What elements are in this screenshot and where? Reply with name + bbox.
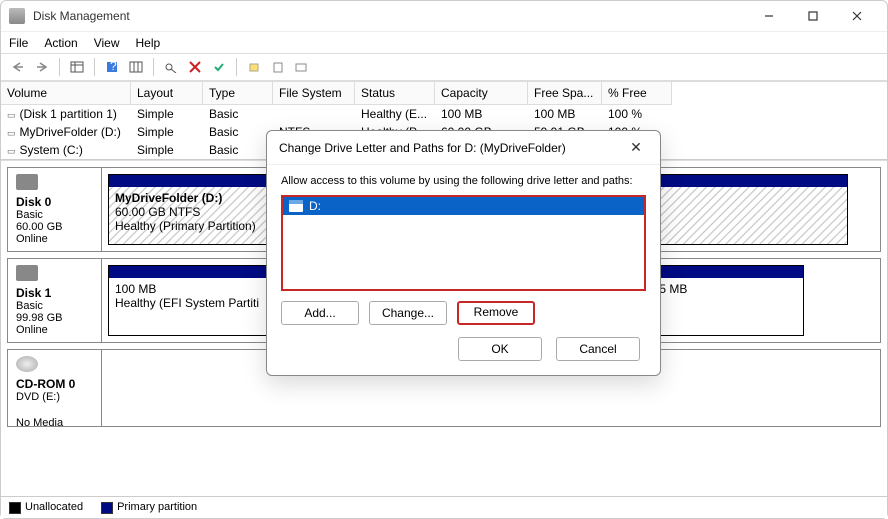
refresh-icon[interactable] — [125, 56, 147, 78]
window-title: Disk Management — [33, 9, 747, 23]
col-pctfree[interactable]: % Free — [602, 82, 672, 105]
col-capacity[interactable]: Capacity — [435, 82, 528, 105]
disk-type: Basic — [16, 300, 93, 312]
check-icon[interactable] — [208, 56, 230, 78]
col-status[interactable]: Status — [355, 82, 435, 105]
new-icon[interactable] — [243, 56, 265, 78]
col-free[interactable]: Free Spa... — [528, 82, 602, 105]
volume-layout: Simple — [131, 124, 203, 140]
partition-bar — [640, 266, 803, 278]
volume-status: Healthy (E... — [355, 106, 435, 122]
selected-drive-text: D: — [309, 199, 321, 213]
volume-capacity: 100 MB — [435, 106, 528, 122]
partition-size: 595 MB — [646, 282, 797, 296]
disc-icon — [16, 356, 38, 372]
partition[interactable]: 595 MB — [639, 265, 804, 336]
col-volume[interactable]: Volume — [1, 82, 131, 105]
legend-swatch-unallocated — [9, 502, 21, 514]
legend-primary: Primary partition — [117, 501, 197, 513]
disk-status: No Media — [16, 417, 93, 429]
action-icon[interactable] — [291, 56, 313, 78]
minimize-button[interactable] — [747, 2, 791, 30]
drive-letter-selected[interactable]: D: — [283, 197, 644, 215]
menu-file[interactable]: File — [9, 36, 28, 50]
toolbar: ? — [1, 53, 887, 81]
volume-row[interactable]: (Disk 1 partition 1)SimpleBasic Healthy (… — [1, 105, 887, 123]
menu-help[interactable]: Help — [136, 36, 161, 50]
change-button[interactable]: Change... — [369, 301, 447, 325]
volume-type: Basic — [203, 142, 273, 158]
menu-view[interactable]: View — [94, 36, 120, 50]
volume-free: 100 MB — [528, 106, 602, 122]
drive-icon — [289, 200, 303, 212]
svg-text:?: ? — [110, 60, 117, 73]
back-icon[interactable] — [7, 56, 29, 78]
paste-icon[interactable] — [267, 56, 289, 78]
disk-label: Disk 1Basic99.98 GBOnline — [8, 259, 102, 342]
forward-icon[interactable] — [31, 56, 53, 78]
volume-type: Basic — [203, 124, 273, 140]
col-filesystem[interactable]: File System — [273, 82, 355, 105]
hdd-icon — [16, 174, 38, 190]
disk-name: CD-ROM 0 — [16, 377, 93, 391]
menubar: File Action View Help — [1, 31, 887, 53]
col-type[interactable]: Type — [203, 82, 273, 105]
legend: Unallocated Primary partition — [1, 496, 887, 518]
disk-name: Disk 1 — [16, 286, 93, 300]
dialog-title: Change Drive Letter and Paths for D: (My… — [279, 141, 624, 155]
volume-layout: Simple — [131, 142, 203, 158]
close-button[interactable] — [835, 2, 879, 30]
table-icon[interactable] — [66, 56, 88, 78]
add-button[interactable]: Add... — [281, 301, 359, 325]
ok-button[interactable]: OK — [458, 337, 542, 361]
volume-type: Basic — [203, 106, 273, 122]
disk-type: Basic — [16, 209, 93, 221]
disk-name: Disk 0 — [16, 195, 93, 209]
disk-label: Disk 0Basic60.00 GBOnline — [8, 168, 102, 251]
disk-size: 99.98 GB — [16, 312, 93, 324]
app-icon — [9, 8, 25, 24]
cancel-button[interactable]: Cancel — [556, 337, 640, 361]
disk-status: Online — [16, 233, 93, 245]
disk-status: Online — [16, 324, 93, 336]
col-layout[interactable]: Layout — [131, 82, 203, 105]
menu-action[interactable]: Action — [44, 36, 77, 50]
titlebar: Disk Management — [1, 1, 887, 31]
hdd-icon — [16, 265, 38, 281]
disk-label: CD-ROM 0DVD (E:) No Media — [8, 350, 102, 426]
legend-unallocated: Unallocated — [25, 501, 83, 513]
volume-name: MyDriveFolder (D:) — [1, 124, 131, 140]
delete-icon[interactable] — [184, 56, 206, 78]
change-drive-letter-dialog: Change Drive Letter and Paths for D: (My… — [266, 130, 661, 376]
disk-type: DVD (E:) — [16, 391, 93, 403]
remove-button[interactable]: Remove — [457, 301, 535, 325]
disk-size: 60.00 GB — [16, 221, 93, 233]
dialog-close-icon[interactable]: ✕ — [624, 139, 648, 156]
drive-letter-listbox[interactable]: D: — [281, 195, 646, 291]
volume-pctfree: 100 % — [602, 106, 672, 122]
volume-layout: Simple — [131, 106, 203, 122]
volume-name: (Disk 1 partition 1) — [1, 106, 131, 122]
dialog-message: Allow access to this volume by using the… — [281, 175, 646, 187]
legend-swatch-primary — [101, 502, 113, 514]
help-icon[interactable]: ? — [101, 56, 123, 78]
volume-fs — [273, 106, 355, 122]
volume-header: Volume Layout Type File System Status Ca… — [1, 81, 887, 105]
volume-name: System (C:) — [1, 142, 131, 158]
maximize-button[interactable] — [791, 2, 835, 30]
properties-icon[interactable] — [160, 56, 182, 78]
